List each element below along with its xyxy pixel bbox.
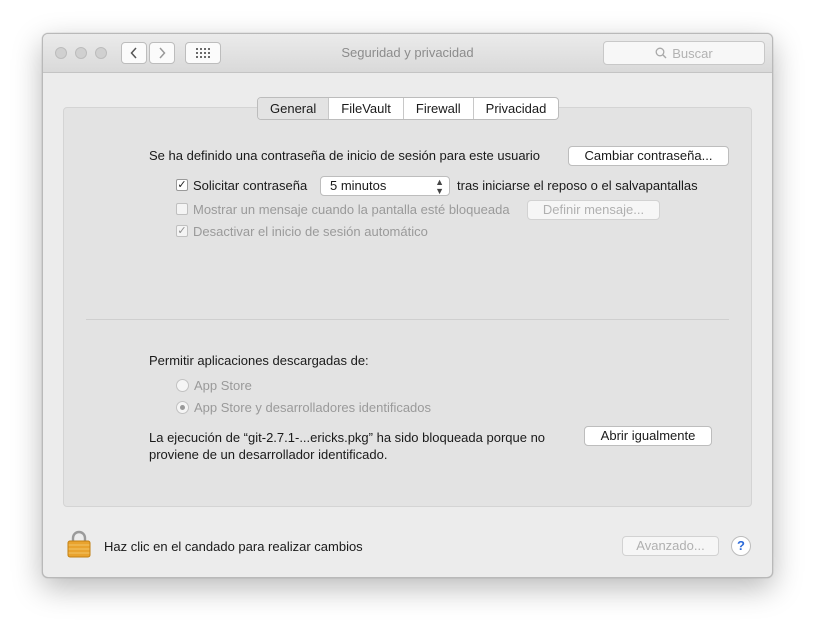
tab-general[interactable]: General	[258, 98, 329, 119]
tab-privacidad[interactable]: Privacidad	[472, 98, 559, 119]
show-message-label: Mostrar un mensaje cuando la pantalla es…	[193, 202, 510, 217]
disable-auto-login-checkbox[interactable]: ✓	[176, 225, 188, 237]
password-set-text: Se ha definido una contraseña de inicio …	[149, 148, 540, 163]
change-password-button[interactable]: Cambiar contraseña...	[568, 146, 729, 166]
lock-icon[interactable]	[67, 530, 91, 558]
open-anyway-button[interactable]: Abrir igualmente	[584, 426, 712, 446]
show-message-checkbox[interactable]	[176, 203, 188, 215]
search-icon	[655, 47, 667, 59]
blocked-message-line2: proviene de un desarrollador identificad…	[149, 447, 388, 462]
radio-app-store-label: App Store	[194, 378, 252, 393]
title-bar: Seguridad y privacidad Buscar	[43, 34, 772, 73]
require-password-suffix: tras iniciarse el reposo o el salvapanta…	[457, 178, 698, 193]
set-message-button[interactable]: Definir mensaje...	[527, 200, 660, 220]
updown-chevron-icon: ▲ ▼	[435, 177, 444, 196]
lock-hint-text: Haz clic en el candado para realizar cam…	[104, 539, 363, 554]
radio-app-store-identified[interactable]	[176, 401, 189, 414]
require-password-delay-value: 5 minutos	[330, 178, 387, 193]
search-placeholder: Buscar	[672, 45, 713, 61]
require-password-checkbox[interactable]: ✓	[176, 179, 188, 191]
require-password-label: Solicitar contraseña	[193, 178, 308, 193]
tab-filevault[interactable]: FileVault	[328, 98, 403, 119]
radio-app-store-identified-label: App Store y desarrolladores identificado…	[194, 400, 432, 415]
help-button[interactable]: ?	[731, 536, 751, 556]
require-password-delay-select[interactable]: 5 minutos ▲ ▼	[320, 176, 450, 196]
search-field[interactable]: Buscar	[603, 41, 765, 65]
section-divider	[86, 319, 729, 320]
blocked-message-line1: La ejecución de “git-2.7.1-...ericks.pkg…	[149, 430, 546, 445]
disable-auto-login-label: Desactivar el inicio de sesión automátic…	[193, 224, 428, 239]
advanced-button[interactable]: Avanzado...	[622, 536, 719, 556]
preferences-window: Seguridad y privacidad Buscar General Fi…	[42, 33, 773, 578]
downloads-heading: Permitir aplicaciones descargadas de:	[149, 353, 369, 368]
radio-app-store[interactable]	[176, 379, 189, 392]
tab-firewall[interactable]: Firewall	[402, 98, 473, 119]
tab-bar: General FileVault Firewall Privacidad	[257, 97, 560, 120]
